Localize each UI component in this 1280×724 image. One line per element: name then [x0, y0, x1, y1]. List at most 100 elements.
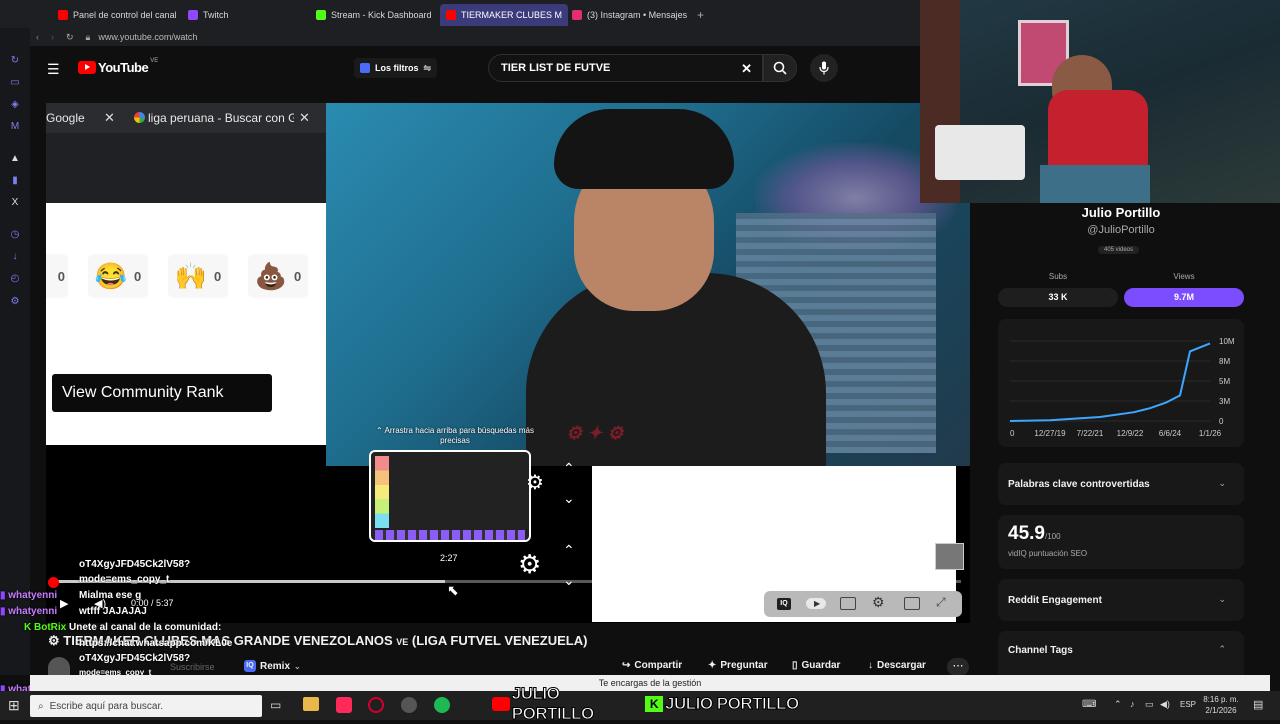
channel-avatar[interactable]	[48, 657, 70, 675]
chevron-up-icon: ⌃	[563, 460, 575, 476]
downloads-side-icon[interactable]: ↓	[9, 251, 21, 263]
channel-tags-card[interactable]: Channel Tags ⌃	[998, 631, 1244, 675]
tab-label: (3) Instagram • Mensajes	[587, 10, 688, 20]
taskbar-search-input[interactable]: ⌕ Escribe aquí para buscar.	[30, 695, 262, 717]
tab-channel-dashboard[interactable]: Panel de control del canal	[58, 4, 176, 26]
captured-tab-label: liga peruana - Buscar con G	[148, 111, 294, 125]
settings-icon[interactable]: ⚙	[872, 594, 885, 611]
preview-time: 2:27	[440, 553, 458, 563]
opera-icon[interactable]	[368, 697, 384, 713]
kick-tab-icon	[316, 10, 326, 20]
y-tick-label: 10M	[1219, 337, 1235, 346]
subs-label: Subs	[1048, 272, 1068, 281]
share-label: Compartir	[634, 660, 683, 671]
refresh-side-icon[interactable]: ↻	[9, 55, 21, 67]
x-side-icon[interactable]: X	[9, 197, 21, 209]
miniplayer-icon[interactable]	[904, 597, 920, 610]
new-tab-icon[interactable]: +	[697, 8, 704, 22]
youtube-logo[interactable]: YouTube VE	[78, 58, 158, 75]
sparkle-icon: ✦	[708, 660, 717, 671]
instagram-tab-icon	[572, 10, 582, 20]
reddit-engagement-card[interactable]: Reddit Engagement ⌄	[998, 579, 1244, 621]
subs-toggle[interactable]: 33 K	[998, 288, 1118, 307]
overlay-name: JULIO PORTILLO	[665, 694, 800, 714]
menu-icon[interactable]: ☰	[47, 61, 60, 78]
windows-start-icon[interactable]: ⊞	[8, 697, 24, 713]
volume-tray-icon[interactable]: ◀)	[1160, 699, 1170, 710]
network-icon[interactable]: ▭	[1145, 699, 1154, 710]
mail-side-icon[interactable]: M	[9, 121, 21, 133]
filters-label: Los filtros	[375, 63, 419, 73]
keyboard-icon[interactable]: ⌨	[1082, 699, 1096, 710]
browser-tab-bar: Panel de control del canal Twitch Stream…	[0, 0, 920, 28]
clock-side-icon[interactable]: ◴	[9, 273, 21, 285]
forward-icon[interactable]: ›	[51, 32, 54, 42]
tray-expand-icon[interactable]: ⌃	[1114, 699, 1122, 710]
discord-side-icon[interactable]: ◈	[9, 99, 21, 111]
x-tick-label: 7/22/21	[1077, 429, 1104, 438]
url-field[interactable]: www.youtube.com/watch	[98, 32, 197, 42]
chevron-down-icon: ⌄	[563, 490, 575, 506]
task-view-icon[interactable]: ▭	[270, 698, 281, 712]
vidiq-side-icon[interactable]: ▲	[9, 153, 21, 165]
tab-label: TIERMAKER CLUBES M	[461, 10, 563, 20]
save-button[interactable]: ▯ Guardar	[792, 660, 840, 671]
tab-instagram[interactable]: (3) Instagram • Mensajes	[572, 4, 694, 26]
vidiq-player-icon[interactable]: IQ	[777, 598, 791, 610]
spotify-icon[interactable]	[434, 697, 450, 713]
twitch-side-icon[interactable]: ▮	[9, 175, 21, 187]
reaction-partial: 0	[46, 254, 68, 298]
address-bar: ‹ › ↻ 🔒︎ www.youtube.com/watch	[30, 28, 920, 46]
chat-line: oT4XgyJFD45Ck2lV58?	[79, 559, 191, 570]
kick-name-overlay: K JULIO PORTILLO	[645, 691, 800, 717]
youtube-tab-icon	[58, 10, 68, 20]
tab-twitch[interactable]: Twitch	[188, 4, 298, 26]
share-button[interactable]: ↪ Compartir	[622, 660, 682, 671]
remix-button[interactable]: IQ Remix ⌄	[244, 660, 301, 676]
captions-icon[interactable]	[840, 597, 856, 610]
views-toggle[interactable]: 9.7M	[1124, 288, 1244, 307]
more-actions-icon[interactable]: ⋯	[947, 658, 969, 676]
clear-search-icon[interactable]: ✕	[741, 61, 752, 77]
chat-line: Mialma ese g	[79, 590, 142, 601]
subscribe-button[interactable]: Suscribirse	[170, 662, 215, 672]
tiktok-app-icon[interactable]	[336, 697, 352, 713]
history-side-icon[interactable]: ◷	[9, 229, 21, 241]
fullscreen-icon[interactable]: ⤢	[936, 595, 946, 610]
language-indicator[interactable]: ESP	[1180, 700, 1196, 709]
views-chart-card: 10M 8M 5M 3M 0 0 12/27/19 7/22/21 12/9/22 6/6/24 1…	[998, 319, 1244, 447]
notifications-icon[interactable]: ▤	[1253, 698, 1263, 711]
cursor-pointer-icon: ⬉	[447, 582, 459, 598]
file-explorer-icon[interactable]	[303, 697, 319, 711]
voice-search-button[interactable]	[810, 54, 838, 82]
tab-tiermaker[interactable]: TIERMAKER CLUBES M	[440, 4, 568, 26]
chat-side-icon[interactable]: ▭	[9, 77, 21, 89]
pc-case	[935, 125, 1025, 180]
clock-date: 2/1/2026	[1205, 706, 1237, 715]
reload-icon[interactable]: ↻	[66, 32, 74, 43]
mic-tray-icon[interactable]: ♪	[1130, 699, 1135, 709]
controversial-keywords-card[interactable]: Palabras clave controvertidas ⌄	[998, 463, 1244, 505]
search-input[interactable]: TIER LIST DE FUTVE ✕	[488, 54, 763, 82]
close-tab-icon: ✕	[104, 110, 115, 125]
settings-side-icon[interactable]: ⚙	[9, 296, 21, 308]
ask-button[interactable]: ✦ Preguntar	[708, 660, 768, 671]
clock[interactable]: 8:16 p. m. 2/1/2026	[1196, 694, 1246, 716]
video-count-badge: 405 videos	[1098, 246, 1140, 254]
google-icon	[134, 112, 145, 123]
tab-label: Panel de control del canal	[73, 10, 176, 20]
search-button[interactable]	[763, 54, 797, 82]
end-thumbnail[interactable]	[935, 543, 964, 570]
vidiq-filters-button[interactable]: Los filtros ⇋	[354, 58, 438, 78]
gear-icon: ⚙	[48, 633, 64, 648]
tab-kick[interactable]: Stream - Kick Dashboard	[316, 4, 434, 26]
download-button[interactable]: ↓ Descargar	[868, 660, 926, 671]
progress-track[interactable]	[56, 580, 961, 583]
chevron-up-icon: ⌃	[563, 542, 575, 558]
scrubber-handle[interactable]	[48, 577, 59, 588]
autoplay-toggle[interactable]: ▶	[806, 598, 826, 609]
back-icon[interactable]: ‹	[36, 32, 39, 42]
obs-icon[interactable]	[401, 697, 417, 713]
play-icon[interactable]: ▶	[60, 597, 68, 610]
x-tick-label: 0	[1010, 429, 1015, 438]
